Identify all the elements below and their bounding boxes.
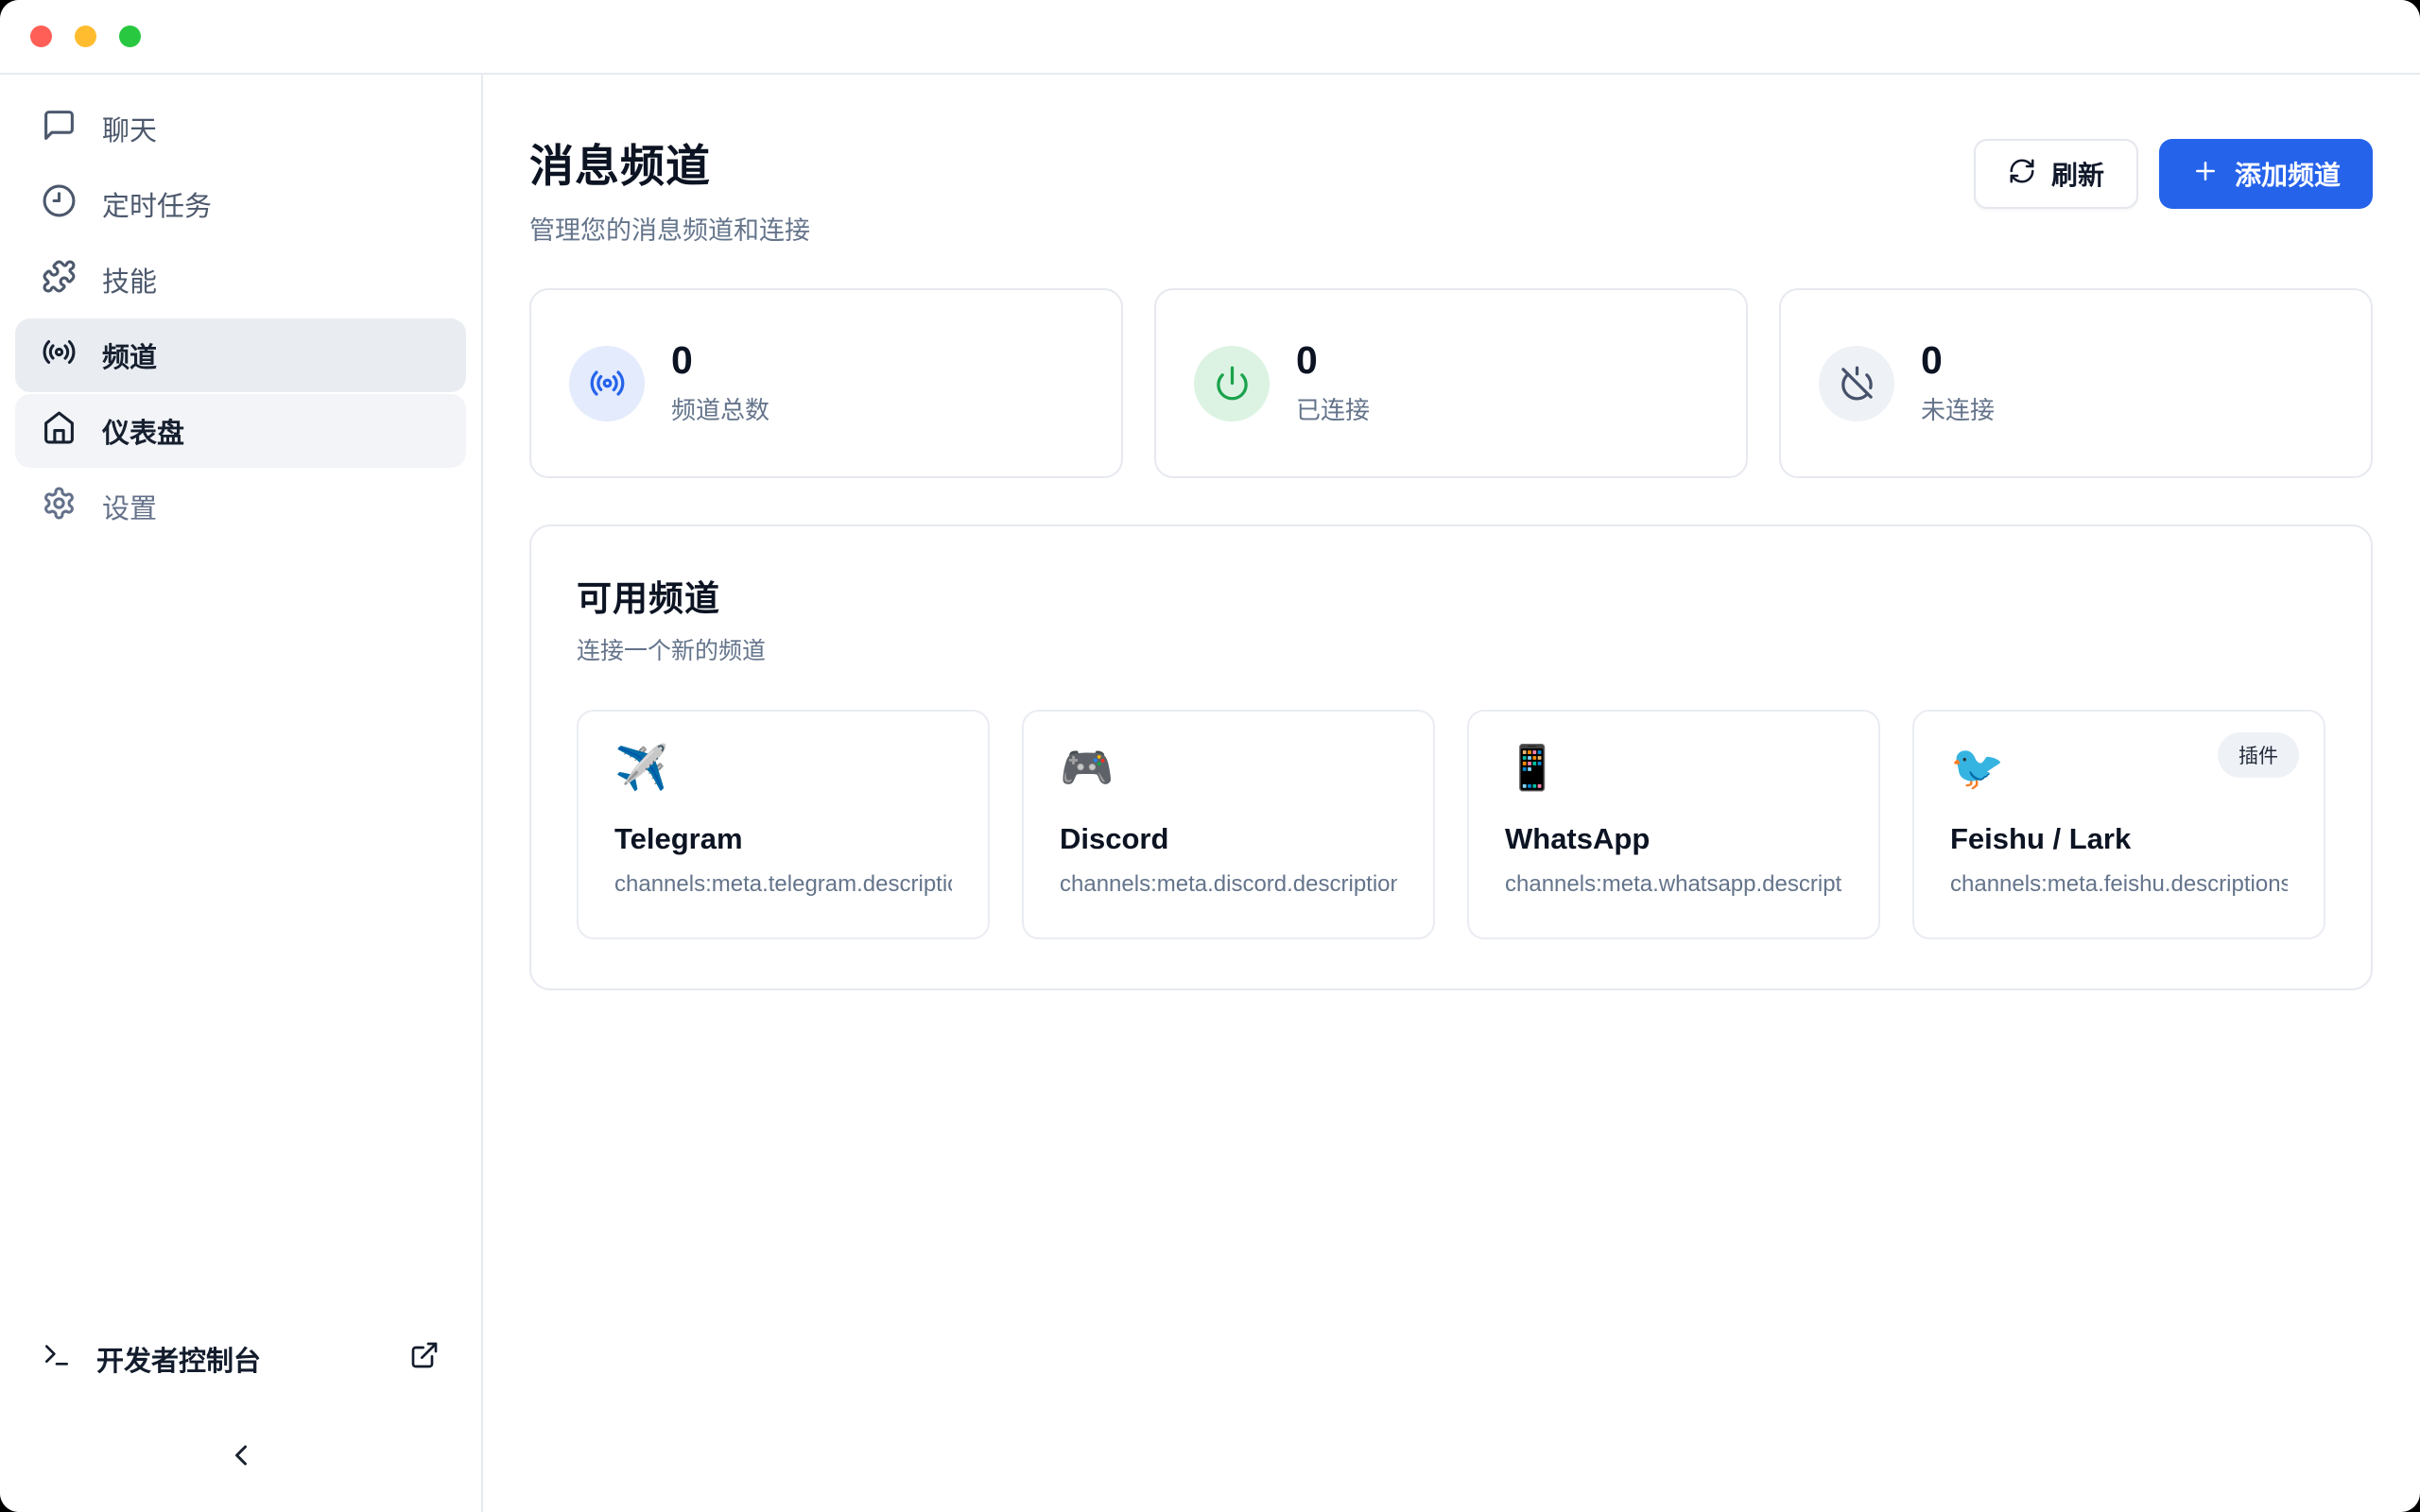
plugin-badge: 插件 <box>2218 732 2299 778</box>
sidebar-item-label: 技能 <box>102 260 157 300</box>
power-off-icon <box>1819 346 1894 421</box>
page-title: 消息频道 <box>529 129 810 195</box>
sidebar-item-label: 仪表盘 <box>102 411 184 451</box>
clock-icon <box>42 183 77 226</box>
stat-label: 已连接 <box>1296 391 1370 426</box>
sidebar-item-label: 定时任务 <box>102 184 212 224</box>
add-channel-button-label: 添加频道 <box>2235 155 2341 193</box>
sidebar: 聊天 定时任务 技能 <box>0 75 483 1512</box>
sidebar-item-chat[interactable]: 聊天 <box>15 92 466 165</box>
add-channel-button[interactable]: 添加频道 <box>2159 139 2373 209</box>
section-title: 可用频道 <box>577 570 2325 621</box>
sidebar-item-skills[interactable]: 技能 <box>15 243 466 317</box>
channel-description: channels:meta.telegram.description <box>614 871 952 898</box>
zoom-window-button[interactable] <box>119 26 141 47</box>
minimize-window-button[interactable] <box>75 26 96 47</box>
sidebar-item-label: 设置 <box>102 487 157 526</box>
channel-card-discord[interactable]: 🎮 Discord channels:meta.discord.descript… <box>1022 710 1435 939</box>
whatsapp-phone-icon: 📱 <box>1505 744 1842 792</box>
refresh-icon <box>2008 157 2036 192</box>
channel-name: WhatsApp <box>1505 822 1842 856</box>
developer-console-label: 开发者控制台 <box>96 1339 261 1379</box>
home-icon <box>42 410 77 453</box>
channel-name: Discord <box>1060 822 1397 856</box>
channel-name: Feishu / Lark <box>1950 822 2288 856</box>
broadcast-icon <box>42 335 77 377</box>
stat-label: 未连接 <box>1921 391 1995 426</box>
collapse-sidebar-button[interactable] <box>216 1431 266 1480</box>
close-window-button[interactable] <box>30 26 52 47</box>
power-icon <box>1194 346 1270 421</box>
stat-card-disconnected: 0 未连接 <box>1779 288 2373 478</box>
channel-card-whatsapp[interactable]: 📱 WhatsApp channels:meta.whatsapp.descri… <box>1467 710 1880 939</box>
refresh-button-label: 刷新 <box>2051 155 2104 193</box>
external-link-icon <box>409 1340 440 1378</box>
sidebar-item-dashboard[interactable]: 仪表盘 <box>15 394 466 468</box>
gear-icon <box>42 486 77 528</box>
titlebar <box>0 0 2420 75</box>
chevron-left-icon <box>224 1438 258 1472</box>
refresh-button[interactable]: 刷新 <box>1974 139 2138 209</box>
available-channels-section: 可用频道 连接一个新的频道 ✈️ Telegram channels:meta.… <box>529 524 2373 990</box>
channel-description: channels:meta.discord.description <box>1060 871 1397 898</box>
telegram-airplane-icon: ✈️ <box>614 744 952 792</box>
main-content: 消息频道 管理您的消息频道和连接 刷新 添加频道 <box>483 75 2420 1512</box>
sidebar-nav: 聊天 定时任务 技能 <box>15 92 466 1329</box>
section-subtitle: 连接一个新的频道 <box>577 632 2325 666</box>
channel-name: Telegram <box>614 822 952 856</box>
sidebar-item-label: 聊天 <box>102 109 157 148</box>
plus-icon <box>2191 157 2220 192</box>
channel-card-feishu[interactable]: 插件 🐦 Feishu / Lark channels:meta.feishu.… <box>1912 710 2325 939</box>
stat-card-connected: 0 已连接 <box>1154 288 1748 478</box>
developer-console-link[interactable]: 开发者控制台 <box>15 1329 466 1389</box>
chat-icon <box>42 108 77 150</box>
stat-card-total-channels: 0 频道总数 <box>529 288 1123 478</box>
stat-value: 0 <box>671 341 769 380</box>
stat-label: 频道总数 <box>671 391 769 426</box>
stat-value: 0 <box>1921 341 1995 380</box>
sidebar-item-scheduled-tasks[interactable]: 定时任务 <box>15 167 466 241</box>
sidebar-item-settings[interactable]: 设置 <box>15 470 466 543</box>
page-subtitle: 管理您的消息频道和连接 <box>529 210 810 247</box>
terminal-icon <box>42 1340 72 1378</box>
stat-value: 0 <box>1296 341 1370 380</box>
sidebar-item-channels[interactable]: 频道 <box>15 318 466 392</box>
channel-card-telegram[interactable]: ✈️ Telegram channels:meta.telegram.descr… <box>577 710 990 939</box>
broadcast-icon <box>569 346 645 421</box>
puzzle-icon <box>42 259 77 301</box>
channel-description: channels:meta.feishu.descriptions <box>1950 871 2288 898</box>
channel-description: channels:meta.whatsapp.description <box>1505 871 1842 898</box>
sidebar-item-label: 频道 <box>102 335 157 375</box>
discord-gamepad-icon: 🎮 <box>1060 744 1397 792</box>
app-window: 聊天 定时任务 技能 <box>0 0 2420 1512</box>
